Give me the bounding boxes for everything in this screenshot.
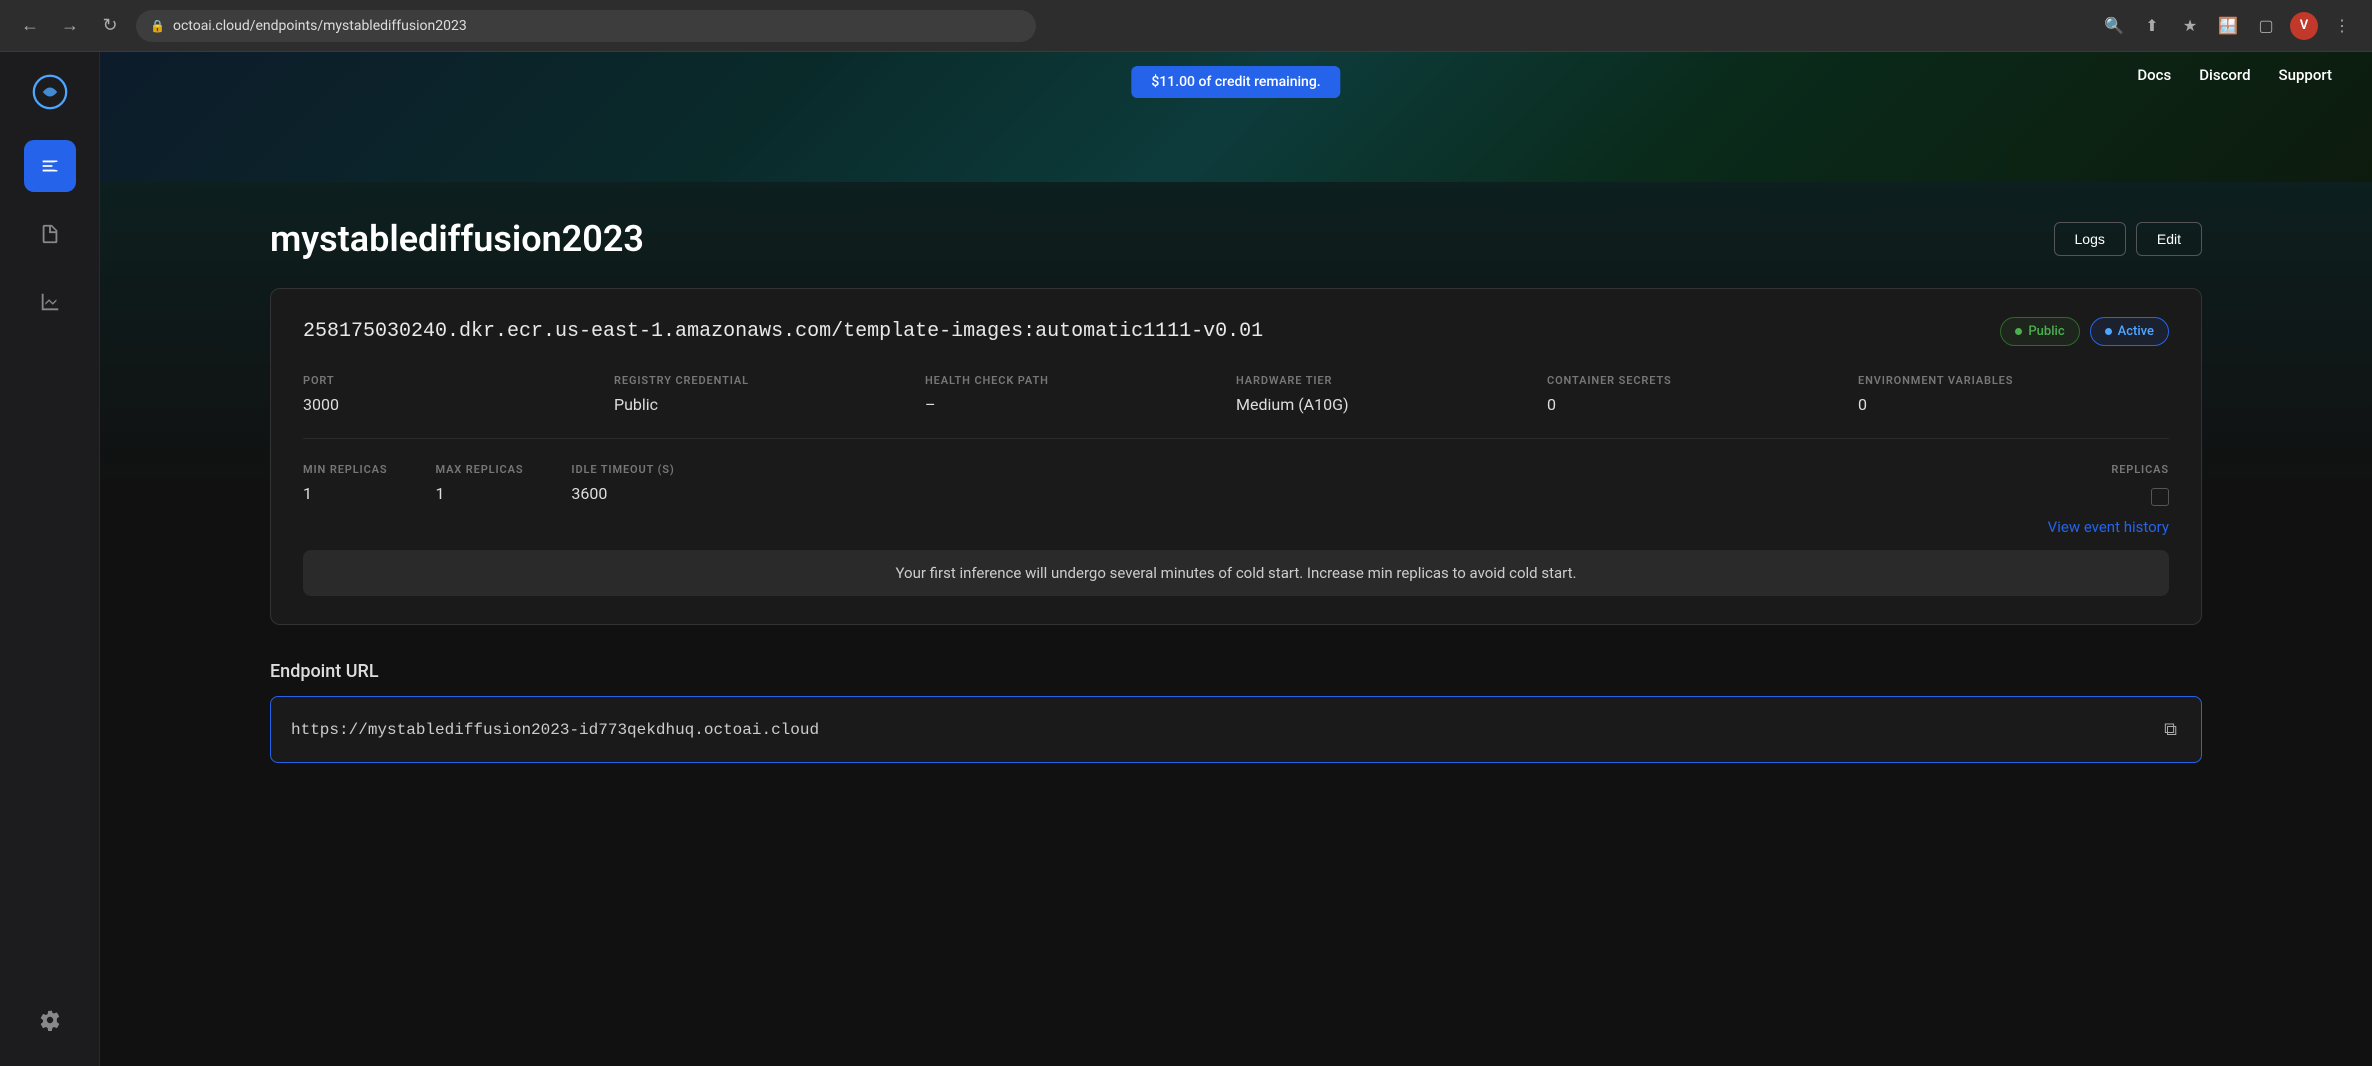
health-label: HEALTH CHECK PATH <box>925 374 1236 387</box>
top-nav-links: Docs Discord Support <box>2137 66 2332 84</box>
back-button[interactable]: ← <box>16 12 44 40</box>
config-field-max-replicas: MAX REPLICAS 1 <box>435 463 523 503</box>
registry-label: REGISTRY CREDENTIAL <box>614 374 925 387</box>
profile-avatar[interactable]: V <box>2290 12 2318 40</box>
app-layout: $11.00 of credit remaining. Docs Discord… <box>0 52 2372 1066</box>
min-replicas-label: MIN REPLICAS <box>303 463 387 476</box>
forward-button[interactable]: → <box>56 12 84 40</box>
active-badge: Active <box>2090 317 2169 346</box>
sidebar-item-documents[interactable] <box>24 208 76 260</box>
min-replicas-value: 1 <box>303 484 387 503</box>
browser-actions: 🔍 ⬆ ★ 🪟 ▢ V ⋮ <box>2100 12 2356 40</box>
config-field-env: ENVIRONMENT VARIABLES 0 <box>1858 374 2169 414</box>
config-fields-grid: PORT 3000 REGISTRY CREDENTIAL Public HEA… <box>303 374 2169 439</box>
bookmark-icon[interactable]: ★ <box>2176 12 2204 40</box>
env-value: 0 <box>1858 395 2169 414</box>
support-link[interactable]: Support <box>2279 66 2332 84</box>
public-badge: Public <box>2000 317 2079 346</box>
endpoint-section: Endpoint URL https://mystablediffusion20… <box>270 661 2202 763</box>
sidebar <box>0 52 100 1066</box>
hero-banner: $11.00 of credit remaining. Docs Discord… <box>100 52 2372 182</box>
copy-icon[interactable]: ⧉ <box>2160 715 2181 744</box>
share-icon[interactable]: ⬆ <box>2138 12 2166 40</box>
max-replicas-label: MAX REPLICAS <box>435 463 523 476</box>
registry-value: Public <box>614 395 925 414</box>
config-field-hardware: HARDWARE TIER Medium (A10G) <box>1236 374 1547 414</box>
credit-banner: $11.00 of credit remaining. <box>1131 66 1340 98</box>
replica-checkbox[interactable] <box>2151 488 2169 506</box>
search-icon[interactable]: 🔍 <box>2100 12 2128 40</box>
secrets-value: 0 <box>1547 395 1858 414</box>
discord-link[interactable]: Discord <box>2199 66 2250 84</box>
main-content: $11.00 of credit remaining. Docs Discord… <box>100 52 2372 1066</box>
edit-button[interactable]: Edit <box>2136 222 2202 256</box>
endpoint-url-text: https://mystablediffusion2023-id773qekdh… <box>291 721 2160 739</box>
address-bar[interactable]: 🔒 octoai.cloud/endpoints/mystablediffusi… <box>136 10 1036 42</box>
browser-chrome: ← → ↻ 🔒 octoai.cloud/endpoints/mystabled… <box>0 0 2372 52</box>
logs-button[interactable]: Logs <box>2054 222 2126 256</box>
sidebar-item-settings[interactable] <box>24 994 76 1046</box>
port-label: PORT <box>303 374 614 387</box>
view-event-history-link[interactable]: View event history <box>2048 518 2169 536</box>
public-badge-label: Public <box>2028 324 2064 339</box>
extensions-icon[interactable]: 🪟 <box>2214 12 2242 40</box>
cold-start-notice: Your first inference will undergo severa… <box>303 550 2169 596</box>
app-logo[interactable] <box>30 72 70 112</box>
config-field-secrets: CONTAINER SECRETS 0 <box>1547 374 1858 414</box>
image-url: 258175030240.dkr.ecr.us-east-1.amazonaws… <box>303 320 1263 343</box>
docs-link[interactable]: Docs <box>2137 66 2171 84</box>
max-replicas-value: 1 <box>435 484 523 503</box>
config-card: 258175030240.dkr.ecr.us-east-1.amazonaws… <box>270 288 2202 625</box>
sidebar-item-analytics[interactable] <box>24 276 76 328</box>
hardware-label: HARDWARE TIER <box>1236 374 1547 387</box>
page-header: mystablediffusion2023 Logs Edit <box>270 182 2202 288</box>
config-field-registry: REGISTRY CREDENTIAL Public <box>614 374 925 414</box>
reload-button[interactable]: ↻ <box>96 12 124 40</box>
port-value: 3000 <box>303 395 614 414</box>
active-badge-dot <box>2105 328 2112 335</box>
page-content: mystablediffusion2023 Logs Edit 25817503… <box>100 182 2372 1066</box>
split-view-icon[interactable]: ▢ <box>2252 12 2280 40</box>
replicas-right: REPLICAS View event history <box>2048 463 2169 536</box>
env-label: ENVIRONMENT VARIABLES <box>1858 374 2169 387</box>
image-url-row: 258175030240.dkr.ecr.us-east-1.amazonaws… <box>303 317 2169 346</box>
config-field-health: HEALTH CHECK PATH – <box>925 374 1236 414</box>
endpoint-url-label: Endpoint URL <box>270 661 2202 682</box>
page-title: mystablediffusion2023 <box>270 218 644 260</box>
idle-timeout-label: IDLE TIMEOUT (S) <box>571 463 674 476</box>
active-badge-label: Active <box>2118 324 2154 339</box>
replicas-grid: MIN REPLICAS 1 MAX REPLICAS 1 IDLE TIMEO… <box>303 463 2169 536</box>
badge-group: Public Active <box>2000 317 2169 346</box>
menu-icon[interactable]: ⋮ <box>2328 12 2356 40</box>
public-badge-dot <box>2015 328 2022 335</box>
secrets-label: CONTAINER SECRETS <box>1547 374 1858 387</box>
header-actions: Logs Edit <box>2054 222 2202 256</box>
config-field-port: PORT 3000 <box>303 374 614 414</box>
health-value: – <box>925 395 1236 414</box>
hardware-value: Medium (A10G) <box>1236 395 1547 414</box>
sidebar-item-endpoints[interactable] <box>24 140 76 192</box>
lock-icon: 🔒 <box>150 19 165 33</box>
config-field-min-replicas: MIN REPLICAS 1 <box>303 463 387 503</box>
idle-timeout-value: 3600 <box>571 484 674 503</box>
replicas-header: REPLICAS <box>2111 463 2169 476</box>
url-text: octoai.cloud/endpoints/mystablediffusion… <box>173 18 467 34</box>
url-field: https://mystablediffusion2023-id773qekdh… <box>270 696 2202 763</box>
config-field-idle-timeout: IDLE TIMEOUT (S) 3600 <box>571 463 674 503</box>
